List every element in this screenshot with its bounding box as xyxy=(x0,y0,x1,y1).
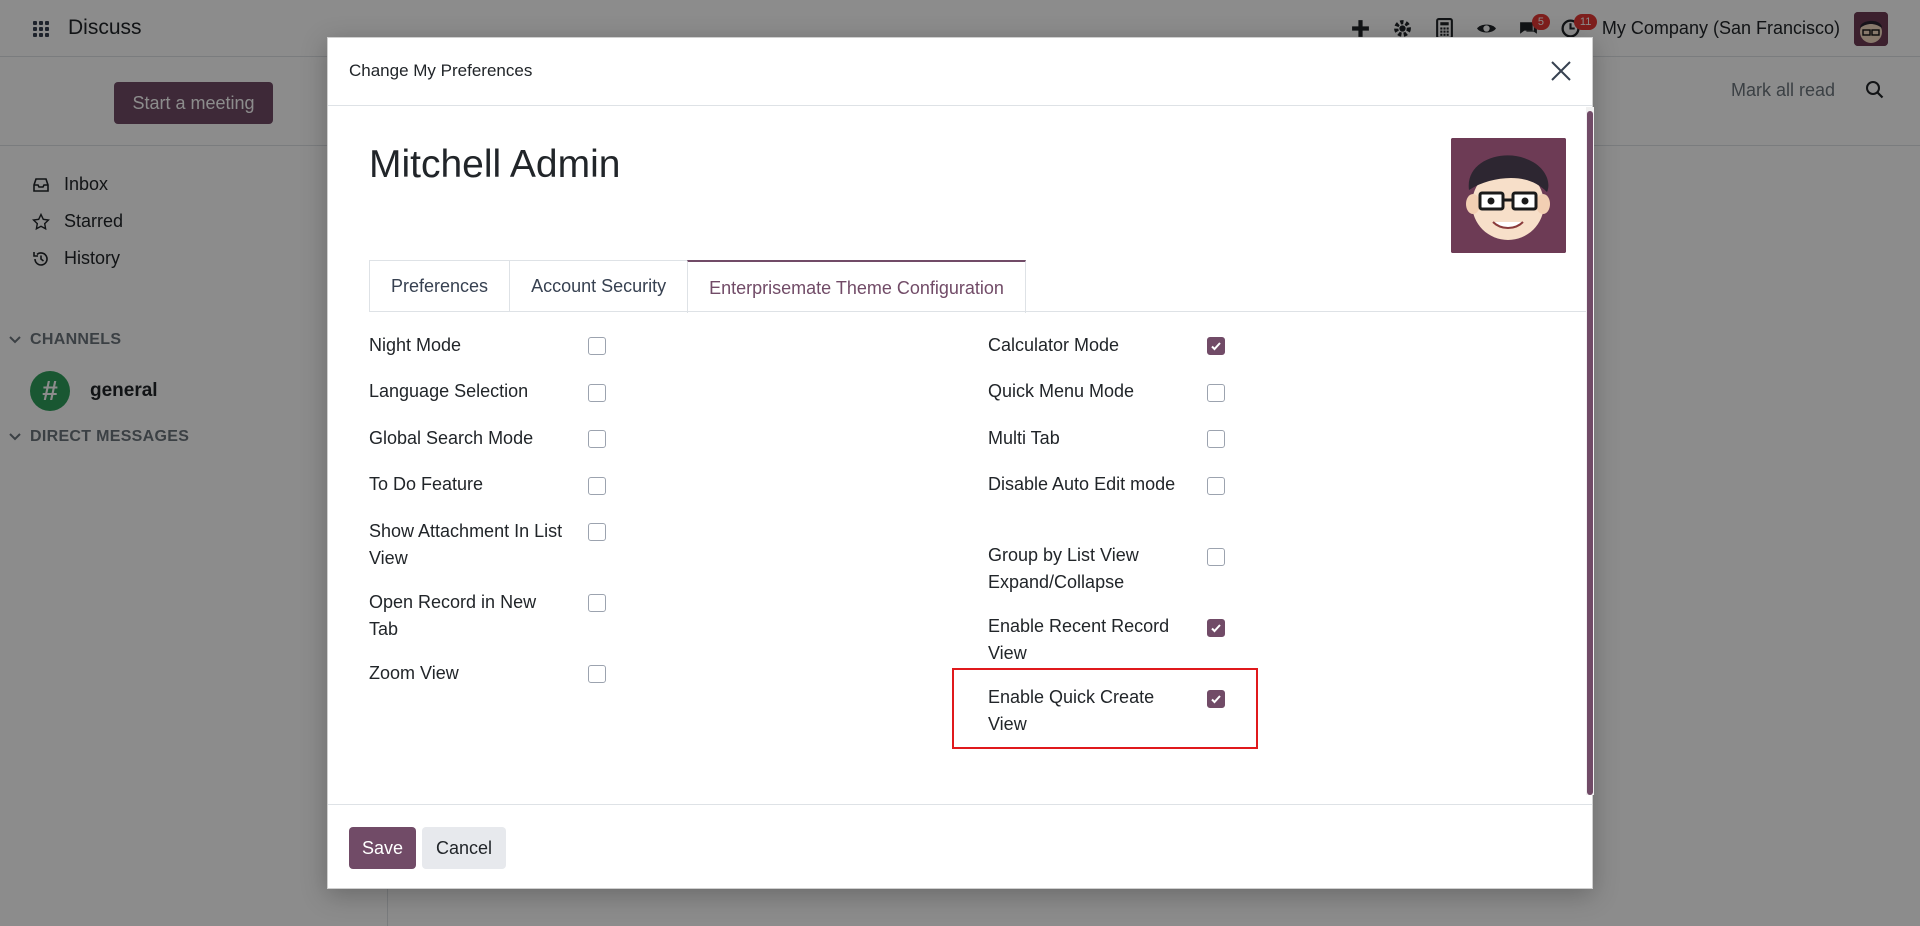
check-icon xyxy=(1211,624,1221,633)
checkbox-disable-auto-edit-mode[interactable] xyxy=(1207,477,1225,495)
checkbox-to-do-feature[interactable] xyxy=(588,477,606,495)
field-label-show-attachment-in-list-view: Show Attachment In List View xyxy=(369,521,563,568)
tab-account-security[interactable]: Account Security xyxy=(509,260,689,311)
field-label-open-record-in-new-tab: Open Record in New Tab xyxy=(369,592,537,639)
checkbox-open-record-in-new-tab[interactable] xyxy=(588,594,606,612)
checkbox-show-attachment-in-list-view[interactable] xyxy=(588,523,606,541)
preferences-dialog: Change My Preferences Mitchell Admin Pre… xyxy=(327,37,1594,890)
field-label-night-mode: Night Mode xyxy=(369,335,462,355)
checkbox-zoom-view[interactable] xyxy=(588,665,606,683)
scrollbar-thumb[interactable] xyxy=(1587,111,1593,795)
checkbox-global-search-mode[interactable] xyxy=(588,430,606,448)
dialog-body: Mitchell Admin Preferences Account Secur… xyxy=(328,107,1594,804)
checkbox-calculator-mode[interactable] xyxy=(1207,337,1225,355)
preferences-tabs: Preferences Account Security Enterprisem… xyxy=(369,260,1026,313)
checkbox-language-selection[interactable] xyxy=(588,384,606,402)
profile-image[interactable] xyxy=(1451,138,1566,253)
field-label-zoom-view: Zoom View xyxy=(369,663,459,683)
dialog-footer: Save Cancel xyxy=(328,804,1592,890)
field-label-group-by-list-view: Group by List View Expand/Collapse xyxy=(988,545,1139,592)
dialog-scrollbar[interactable] xyxy=(1586,107,1594,795)
tabs-divider xyxy=(369,311,1587,312)
field-label-enable-recent-record-view: Enable Recent Record View xyxy=(988,616,1170,663)
checkbox-enable-recent-record-view[interactable] xyxy=(1207,619,1225,637)
field-label-disable-auto-edit-mode: Disable Auto Edit mode xyxy=(988,474,1176,494)
highlight-box xyxy=(952,668,1258,749)
checkbox-night-mode[interactable] xyxy=(588,337,606,355)
checkbox-multi-tab[interactable] xyxy=(1207,430,1225,448)
field-label-multi-tab: Multi Tab xyxy=(988,428,1060,448)
field-label-calculator-mode: Calculator Mode xyxy=(988,335,1120,355)
check-icon xyxy=(1211,342,1221,351)
user-name-title: Mitchell Admin xyxy=(369,143,621,186)
field-label-to-do-feature: To Do Feature xyxy=(369,474,484,494)
tab-preferences[interactable]: Preferences xyxy=(369,260,511,311)
dialog-header: Change My Preferences xyxy=(328,38,1592,106)
field-label-language-selection: Language Selection xyxy=(369,381,529,401)
dialog-title: Change My Preferences xyxy=(349,61,533,80)
field-label-quick-menu-mode: Quick Menu Mode xyxy=(988,381,1135,401)
checkbox-group-by-list-view[interactable] xyxy=(1207,548,1225,566)
close-icon[interactable] xyxy=(1548,58,1574,84)
field-label-global-search-mode: Global Search Mode xyxy=(369,428,534,448)
save-button[interactable]: Save xyxy=(349,827,416,869)
checkbox-quick-menu-mode[interactable] xyxy=(1207,384,1225,402)
cancel-button[interactable]: Cancel xyxy=(422,827,506,869)
tab-enterprisemate-theme-configuration[interactable]: Enterprisemate Theme Configuration xyxy=(687,260,1026,313)
